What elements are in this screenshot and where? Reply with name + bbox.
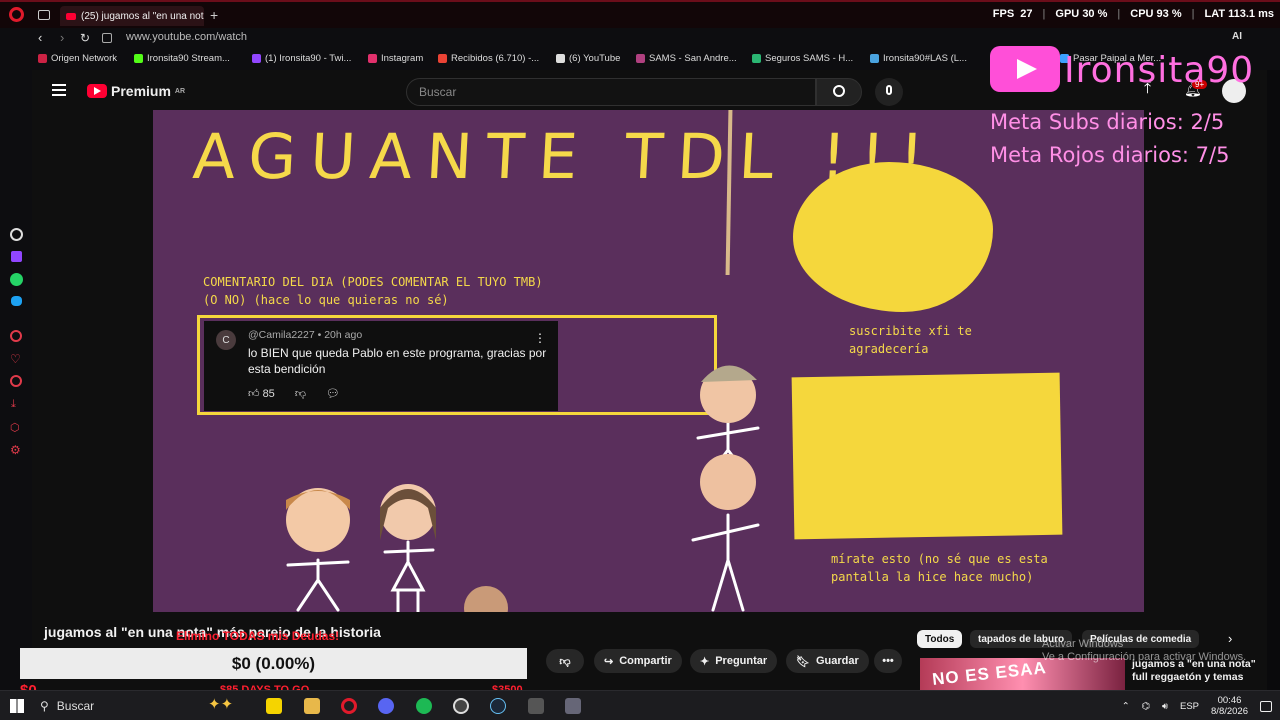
browser-tab-bar: (25) jugamos al "en una nota" + FPS 27 | … [0,0,1280,28]
face-5 [464,586,508,612]
ai-button[interactable]: AI [1232,31,1242,42]
opera-logo-icon[interactable] [9,7,24,22]
bookmark-item[interactable]: Ironsita90 Stream... [134,53,230,64]
obs-icon[interactable] [453,698,469,714]
language-indicator[interactable]: ESP [1180,701,1199,712]
channel-play-logo-icon [990,46,1060,92]
ask-button[interactable]: ✦ Preguntar [690,649,778,673]
microphone-icon [886,85,892,95]
app-window-icon[interactable] [528,698,544,714]
search-icon [833,85,845,97]
tab-youtube[interactable]: (25) jugamos al "en una nota" [60,6,204,26]
url-field[interactable]: www.youtube.com/watch [126,31,247,43]
search-button[interactable] [816,78,862,106]
face-2 [700,454,756,510]
downloads-icon[interactable]: ⤓ [11,398,16,411]
spotify-icon[interactable] [416,698,432,714]
address-bar: ‹ › ↻ www.youtube.com/watch AI [32,28,1280,50]
overlay-channel-name: Ironsita90 [1064,50,1255,91]
forward-arrow-icon[interactable]: › [60,30,64,45]
bookmark-item[interactable]: Instagram [368,53,423,64]
player-icon[interactable] [10,330,22,342]
sparkle-icon: ✦ [700,655,710,668]
stick-figures [286,365,760,612]
extensions-icon[interactable]: ⬡ [10,421,20,434]
more-actions-button[interactable]: ••• [874,649,902,673]
wifi-icon[interactable]: ⌬ [1142,701,1150,712]
share-button[interactable]: ↪ Compartir [594,649,682,673]
sticky-notes-icon[interactable] [266,698,282,714]
overlay-donation-bar: $0 (0.00%) [20,648,527,679]
search-icon: ⚲ [40,699,49,713]
share-icon: ↪ [604,655,614,668]
settings-gear-icon[interactable]: ⚙ [10,443,21,457]
chevron-up-icon[interactable]: ⌃ [1122,701,1130,712]
browser-sidebar: ♡ ⤓ ⬡ ⚙ [0,28,32,690]
new-tab-button[interactable]: + [210,7,218,23]
weather-sparkle-icon[interactable]: ✦✦ [208,695,233,713]
search-input[interactable]: Buscar [406,78,816,106]
bookmark-item[interactable]: Recibidos (6.710) -... [438,53,539,64]
youtube-play-icon [87,84,107,98]
youtube-logo[interactable]: Premium AR [87,83,185,99]
stick-figure-1 [286,418,760,612]
twitter-icon[interactable] [11,296,22,306]
dislike-button[interactable]: 👎︎ [546,649,584,673]
back-arrow-icon[interactable]: ‹ [38,30,42,45]
heart-icon[interactable]: ♡ [10,352,21,366]
whatsapp-icon[interactable] [10,273,23,286]
steam-icon[interactable] [490,698,506,714]
youtube-favicon-icon [66,12,76,20]
overlay-meta-subs: Meta Subs diarios: 2/5 [990,110,1225,134]
system-tray: ⌃ ⌬ 🔊︎ ESP 00:46 8/8/2026 [1122,695,1272,717]
bookmark-item[interactable]: (1) Ironsita90 - Twi... [252,53,351,64]
bookmark-item[interactable]: SAMS - San Andre... [636,53,737,64]
bookmark-item[interactable]: Ironsita90#LAS (L... [870,53,967,64]
bookmark-icon: 🔖︎ [796,655,810,668]
windows-taskbar: ⚲ Buscar ✦✦ ⌃ ⌬ 🔊︎ ESP 00:46 8/8/2026 [0,690,1280,720]
twitch-icon[interactable] [11,251,22,262]
overlay-meta-rojos: Meta Rojos diarios: 7/5 [990,143,1230,167]
history-icon[interactable] [10,375,22,387]
save-button[interactable]: 🔖︎ Guardar [786,649,869,673]
app-window-icon-2[interactable] [565,698,581,714]
reload-icon[interactable]: ↻ [80,31,90,45]
thumbs-down-icon: 👎︎ [559,655,571,668]
menu-icon[interactable] [52,84,66,96]
chip-todos[interactable]: Todos [917,630,963,648]
notification-center-icon[interactable] [1260,700,1272,712]
bookmark-item[interactable]: (6) YouTube [556,53,620,64]
opera-gx-icon[interactable] [341,698,357,714]
bookmark-item[interactable]: Origen Network [38,53,117,64]
chatgpt-icon[interactable] [10,228,23,241]
file-explorer-icon[interactable] [304,698,320,714]
video-player[interactable]: AGUANTE TDL !!! COMENTARIO DEL DIA (PODE… [153,110,1144,612]
clock[interactable]: 00:46 8/8/2026 [1211,695,1248,717]
volume-icon[interactable]: 🔊︎ [1162,701,1168,712]
more-horiz-icon: ••• [882,655,894,667]
bookmark-item[interactable]: Seguros SAMS - H... [752,53,853,64]
tab-title: (25) jugamos al "en una nota" [81,10,204,22]
tracker-icon[interactable] [102,33,112,43]
voice-search-button[interactable] [875,78,903,106]
windows-start-icon[interactable] [10,699,24,713]
taskbar-search[interactable]: ⚲ Buscar [40,695,200,717]
tab-manager-icon[interactable] [38,10,50,20]
discord-icon[interactable] [378,698,394,714]
performance-stats: FPS 27 | GPU 30 % | CPU 93 % | LAT 113.1 ms [992,8,1274,20]
windows-activation-watermark: Activar Windows Ve a Configuración para … [1042,638,1247,663]
overlay-debt-label: Elimino TODAS mis Deudas! [176,629,340,643]
